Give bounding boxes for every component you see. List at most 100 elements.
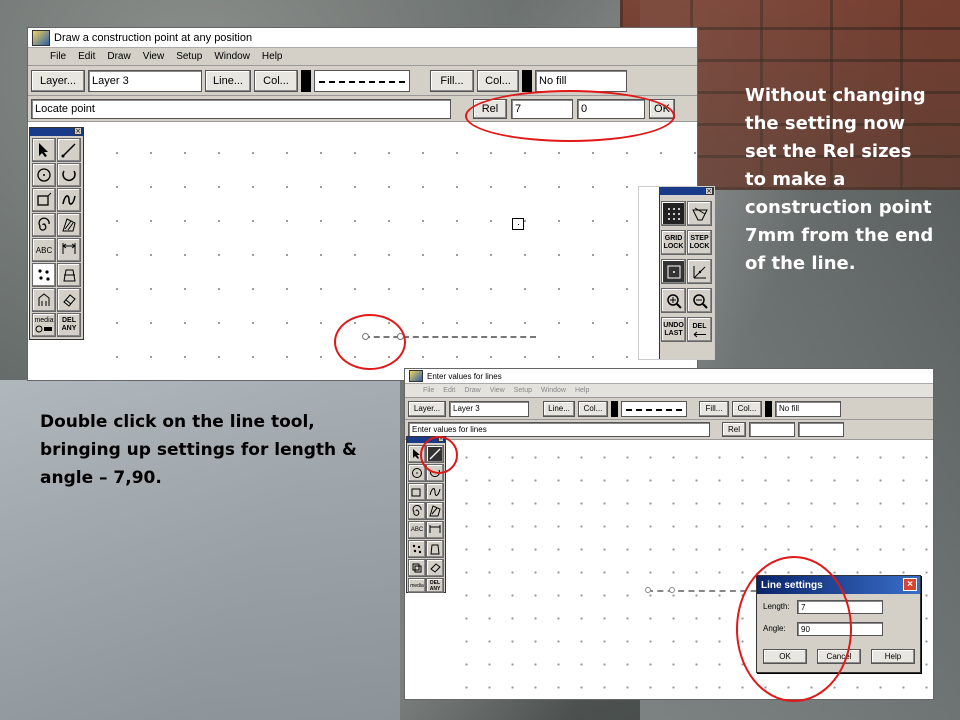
dimension-tool[interactable] xyxy=(426,521,444,539)
delete-any-tool[interactable]: DEL ANY xyxy=(57,313,81,337)
line-color-swatch[interactable] xyxy=(301,69,311,92)
menu-view[interactable]: View xyxy=(143,51,165,62)
menu-view[interactable]: View xyxy=(490,387,505,394)
col-button[interactable]: Col... xyxy=(578,400,608,417)
bottom-toolbar: Layer... Layer 3 Line... Col... Fill... … xyxy=(405,398,933,420)
spiral-tool[interactable] xyxy=(32,213,56,237)
menu-help[interactable]: Help xyxy=(262,51,283,62)
line-tool[interactable] xyxy=(57,138,81,162)
zoom-out-icon[interactable] xyxy=(687,288,712,313)
menu-setup[interactable]: Setup xyxy=(514,387,532,394)
line-style-selector[interactable] xyxy=(314,69,410,92)
symbol-tool[interactable] xyxy=(408,559,426,577)
erase-tool[interactable] xyxy=(57,288,81,312)
dialog-help-button[interactable]: Help xyxy=(871,649,915,664)
rel-x-field[interactable] xyxy=(749,422,795,437)
text-tool[interactable]: ABC xyxy=(32,238,56,262)
line-color-swatch[interactable] xyxy=(611,400,618,417)
layer-button[interactable]: Layer... xyxy=(408,400,446,417)
text-tool[interactable]: ABC xyxy=(408,521,426,539)
rectangle-tool[interactable] xyxy=(408,483,426,501)
fill-field[interactable]: No fill xyxy=(775,400,841,417)
col-button[interactable]: Col... xyxy=(254,69,298,92)
media-tool[interactable]: media xyxy=(32,313,56,337)
point-snap-tool[interactable] xyxy=(661,259,686,284)
layer-button[interactable]: Layer... xyxy=(31,69,85,92)
app-logo-icon xyxy=(409,370,423,382)
layer-field[interactable]: Layer 3 xyxy=(88,69,202,92)
hatch-tool[interactable] xyxy=(426,502,444,520)
transform-tool[interactable] xyxy=(426,540,444,558)
menu-setup[interactable]: Setup xyxy=(176,51,202,62)
fill-color-swatch[interactable] xyxy=(522,69,532,92)
delete-back-button[interactable]: DEL xyxy=(687,317,712,342)
delete-any-tool[interactable]: DEL ANY xyxy=(426,578,444,593)
menu-help[interactable]: Help xyxy=(575,387,589,394)
grid-dots-tool[interactable] xyxy=(661,201,686,226)
erase-tool[interactable] xyxy=(426,559,444,577)
rel-button[interactable]: Rel xyxy=(722,422,746,437)
zoom-window-tool[interactable] xyxy=(687,201,712,226)
highlight-ring-dialog-fields xyxy=(736,556,852,702)
window-title: Enter values for lines xyxy=(427,371,502,381)
bottom-menubar: File Edit Draw View Setup Window Help xyxy=(405,384,933,398)
menu-edit[interactable]: Edit xyxy=(443,387,455,394)
curve-tool[interactable] xyxy=(426,483,444,501)
rel-y-field[interactable] xyxy=(798,422,844,437)
dimension-tool[interactable] xyxy=(57,238,81,262)
construction-point-tool[interactable] xyxy=(32,263,56,287)
grid-lock-toggle[interactable]: GRID LOCK xyxy=(661,230,686,255)
zoom-in-icon[interactable] xyxy=(661,288,686,313)
prompt-field: Locate point xyxy=(31,98,451,119)
window-title: Draw a construction point at any positio… xyxy=(54,31,253,44)
line-end-marker xyxy=(645,587,651,593)
layer-field[interactable]: Layer 3 xyxy=(449,400,529,417)
left-instruction-caption: Double click on the line tool, bringing … xyxy=(40,412,357,488)
fill-col-button[interactable]: Col... xyxy=(477,69,519,92)
fill-col-button[interactable]: Col... xyxy=(732,400,762,417)
transform-tool[interactable] xyxy=(57,263,81,287)
menu-draw[interactable]: Draw xyxy=(464,387,480,394)
del-label: DEL xyxy=(692,322,707,330)
close-icon[interactable]: × xyxy=(705,187,713,195)
fill-button[interactable]: Fill... xyxy=(699,400,729,417)
line-style-selector[interactable] xyxy=(621,400,687,417)
construction-point-marker xyxy=(512,218,524,230)
app-logo-icon xyxy=(32,29,50,46)
menu-file[interactable]: File xyxy=(423,387,434,394)
line-end-marker xyxy=(669,587,675,593)
menu-window[interactable]: Window xyxy=(214,51,250,62)
right-tool-palette: × GRID LOCK STEP LOCK UNDO LAST DEL xyxy=(638,186,715,360)
menu-draw[interactable]: Draw xyxy=(107,51,130,62)
bottom-titlebar: Enter values for lines xyxy=(405,369,933,384)
top-menubar: File Edit Draw View Setup Window Help xyxy=(28,48,697,66)
line-button[interactable]: Line... xyxy=(205,69,251,92)
hatch-tool[interactable] xyxy=(57,213,81,237)
symbol-tool[interactable] xyxy=(32,288,56,312)
axis-tool[interactable] xyxy=(687,259,712,284)
highlight-ring-line-start xyxy=(334,314,406,370)
menu-edit[interactable]: Edit xyxy=(78,51,95,62)
circle-tool[interactable] xyxy=(32,163,56,187)
step-lock-toggle[interactable]: STEP LOCK xyxy=(687,230,712,255)
arc-tool[interactable] xyxy=(57,163,81,187)
rectangle-tool[interactable] xyxy=(32,188,56,212)
right-instruction-caption: Without changing the setting now set the… xyxy=(745,85,934,274)
construction-point-tool[interactable] xyxy=(408,540,426,558)
bottom-prompt-bar: Enter values for lines Rel xyxy=(405,420,933,440)
curve-tool[interactable] xyxy=(57,188,81,212)
fill-field[interactable]: No fill xyxy=(535,69,627,92)
fill-color-swatch[interactable] xyxy=(765,400,772,417)
close-icon[interactable]: × xyxy=(903,578,917,591)
undo-last-button[interactable]: UNDO LAST xyxy=(661,317,686,342)
line-button[interactable]: Line... xyxy=(543,400,575,417)
palette-titlebar[interactable]: × xyxy=(30,127,83,136)
media-tool[interactable]: media xyxy=(408,578,426,593)
select-arrow-tool[interactable] xyxy=(32,138,56,162)
fill-button[interactable]: Fill... xyxy=(430,69,474,92)
menu-window[interactable]: Window xyxy=(541,387,566,394)
prompt-field: Enter values for lines xyxy=(408,422,710,437)
menu-file[interactable]: File xyxy=(50,51,66,62)
spiral-tool[interactable] xyxy=(408,502,426,520)
close-icon[interactable]: × xyxy=(74,127,82,135)
